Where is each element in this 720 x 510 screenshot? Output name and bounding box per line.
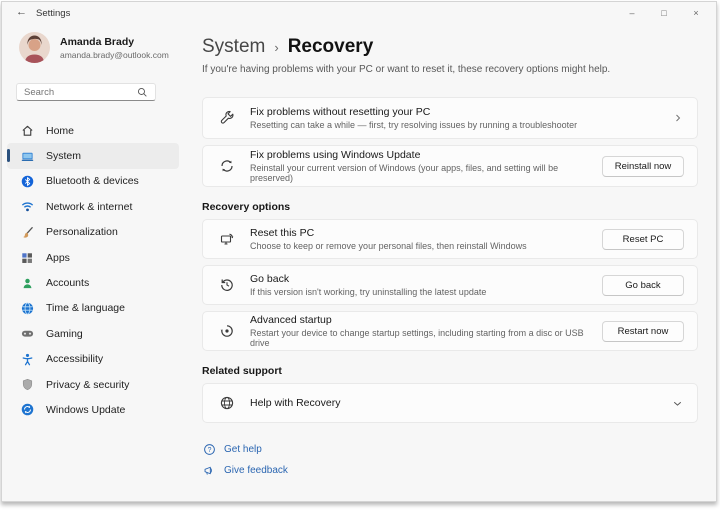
reinstall-now-button[interactable]: Reinstall now [602,156,684,177]
sidebar-item-home[interactable]: Home [7,118,179,143]
sidebar-item-label: Accounts [46,277,89,289]
card-title: Advanced startup [250,314,602,326]
user-profile[interactable]: Amanda Brady amanda.brady@outlook.com [19,32,169,63]
shield-icon [20,378,34,392]
titlebar: ← Settings – □ × [2,2,716,26]
person-icon [20,276,34,290]
sidebar-item-label: Windows Update [46,404,125,416]
window-title: Settings [36,8,70,19]
maximize-button[interactable]: □ [648,2,680,23]
avatar [19,32,50,63]
card-title: Reset this PC [250,227,602,239]
sidebar-item-apps[interactable]: Apps [7,245,179,270]
chevron-right-icon [672,112,684,124]
wrench-icon [203,110,250,126]
card-description: Reinstall your current version of Window… [250,163,602,183]
sidebar-item-label: Personalization [46,226,118,238]
back-button[interactable]: ← [16,6,27,18]
minimize-button[interactable]: – [616,2,648,23]
search-box[interactable] [16,83,156,101]
sidebar-item-label: Home [46,125,74,137]
main-content: System › Recovery If you're having probl… [202,36,698,481]
home-icon [20,124,34,138]
card-description: Resetting can take a while — first, try … [250,120,672,130]
sidebar-item-privacy-security[interactable]: Privacy & security [7,372,179,397]
card-fix-problems-windows-update: Fix problems using Windows Update Reinst… [202,145,698,187]
sidebar-item-label: Accessibility [46,353,103,365]
help-circle-icon: ? [202,443,216,456]
card-description: Restart your device to change startup se… [250,328,602,348]
apps-grid-icon [20,251,34,265]
section-header-related-support: Related support [202,365,698,377]
card-go-back: Go back If this version isn't working, t… [202,265,698,305]
footer-link-label: Give feedback [224,465,288,476]
svg-text:?: ? [207,447,211,454]
sidebar-item-network-internet[interactable]: Network & internet [7,194,179,219]
bluetooth-icon [20,174,34,188]
card-fix-problems-troubleshooter[interactable]: Fix problems without resetting your PC R… [202,97,698,139]
accessibility-person-icon [20,352,34,366]
breadcrumb-parent[interactable]: System [202,36,265,58]
card-advanced-startup: Advanced startup Restart your device to … [202,311,698,351]
reset-pc-icon [203,231,250,247]
sidebar-item-label: Apps [46,252,70,264]
section-header-recovery-options: Recovery options [202,201,698,213]
card-title: Fix problems using Windows Update [250,149,602,161]
history-clock-icon [203,277,250,293]
breadcrumb-separator-icon: › [274,40,278,55]
sync-icon [203,158,250,174]
card-title: Go back [250,273,602,285]
reset-pc-button[interactable]: Reset PC [602,229,684,250]
selected-indicator [7,149,10,162]
card-description: Choose to keep or remove your personal f… [250,241,602,251]
system-icon [20,149,34,163]
globe-clock-icon [20,301,34,315]
give-feedback-link[interactable]: Give feedback [202,460,698,481]
page-title: Recovery [288,36,374,58]
page-subtitle: If you're having problems with your PC o… [202,64,698,75]
card-reset-this-pc: Reset this PC Choose to keep or remove y… [202,219,698,259]
sidebar-item-label: System [46,150,81,162]
window-controls: – □ × [616,2,712,23]
sidebar-item-gaming[interactable]: Gaming [7,321,179,346]
feedback-icon [202,464,216,477]
sidebar-item-bluetooth-devices[interactable]: Bluetooth & devices [7,169,179,194]
card-title: Fix problems without resetting your PC [250,106,672,118]
sidebar-item-accessibility[interactable]: Accessibility [7,347,179,372]
footer-links: ? Get help Give feedback [202,439,698,481]
sidebar-item-label: Time & language [46,302,125,314]
sidebar-item-time-language[interactable]: Time & language [7,296,179,321]
sidebar-item-accounts[interactable]: Accounts [7,270,179,295]
sidebar-item-label: Network & internet [46,201,132,213]
restart-icon [203,323,250,339]
card-description: If this version isn't working, try unins… [250,287,602,297]
chevron-down-icon[interactable] [671,397,684,410]
card-title: Help with Recovery [250,397,671,409]
sidebar-nav: Home System Bluetooth & devices Network … [7,118,179,423]
search-input[interactable] [24,87,137,98]
settings-window: ← Settings – □ × Amanda Brady amanda.bra… [1,1,717,502]
sidebar-item-system[interactable]: System [7,143,179,168]
update-arrows-icon [20,403,34,417]
card-help-with-recovery[interactable]: Help with Recovery [202,383,698,423]
profile-name: Amanda Brady [60,36,169,48]
globe-icon [203,395,250,411]
brush-icon [20,225,34,239]
gamepad-icon [20,327,34,341]
get-help-link[interactable]: ? Get help [202,439,698,460]
wifi-icon [20,200,34,214]
sidebar-item-label: Gaming [46,328,83,340]
sidebar-item-personalization[interactable]: Personalization [7,220,179,245]
sidebar-item-windows-update[interactable]: Windows Update [7,397,179,422]
sidebar-item-label: Bluetooth & devices [46,175,139,187]
sidebar-item-label: Privacy & security [46,379,129,391]
restart-now-button[interactable]: Restart now [602,321,684,342]
search-icon [137,87,148,98]
profile-email: amanda.brady@outlook.com [60,50,169,60]
go-back-button[interactable]: Go back [602,275,684,296]
breadcrumb: System › Recovery [202,36,698,60]
close-button[interactable]: × [680,2,712,23]
footer-link-label: Get help [224,444,262,455]
